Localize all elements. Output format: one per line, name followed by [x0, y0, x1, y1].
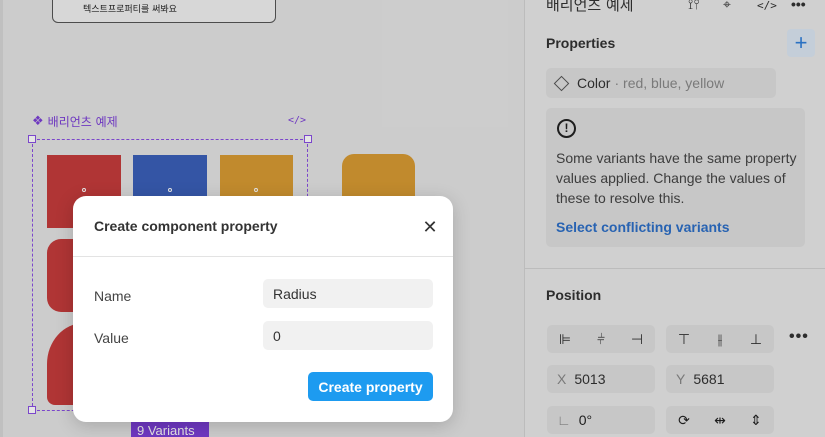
- dialog-title: Create component property: [94, 218, 278, 234]
- value-label: Value: [94, 330, 129, 346]
- close-button[interactable]: ✕: [420, 217, 440, 237]
- name-label: Name: [94, 288, 132, 304]
- dialog-divider: [73, 256, 453, 257]
- close-icon: ✕: [422, 217, 438, 237]
- create-property-button[interactable]: Create property: [308, 372, 433, 401]
- name-input[interactable]: [263, 279, 433, 308]
- value-input[interactable]: [263, 321, 433, 350]
- create-property-dialog: Create component property ✕ Name Value C…: [73, 196, 453, 422]
